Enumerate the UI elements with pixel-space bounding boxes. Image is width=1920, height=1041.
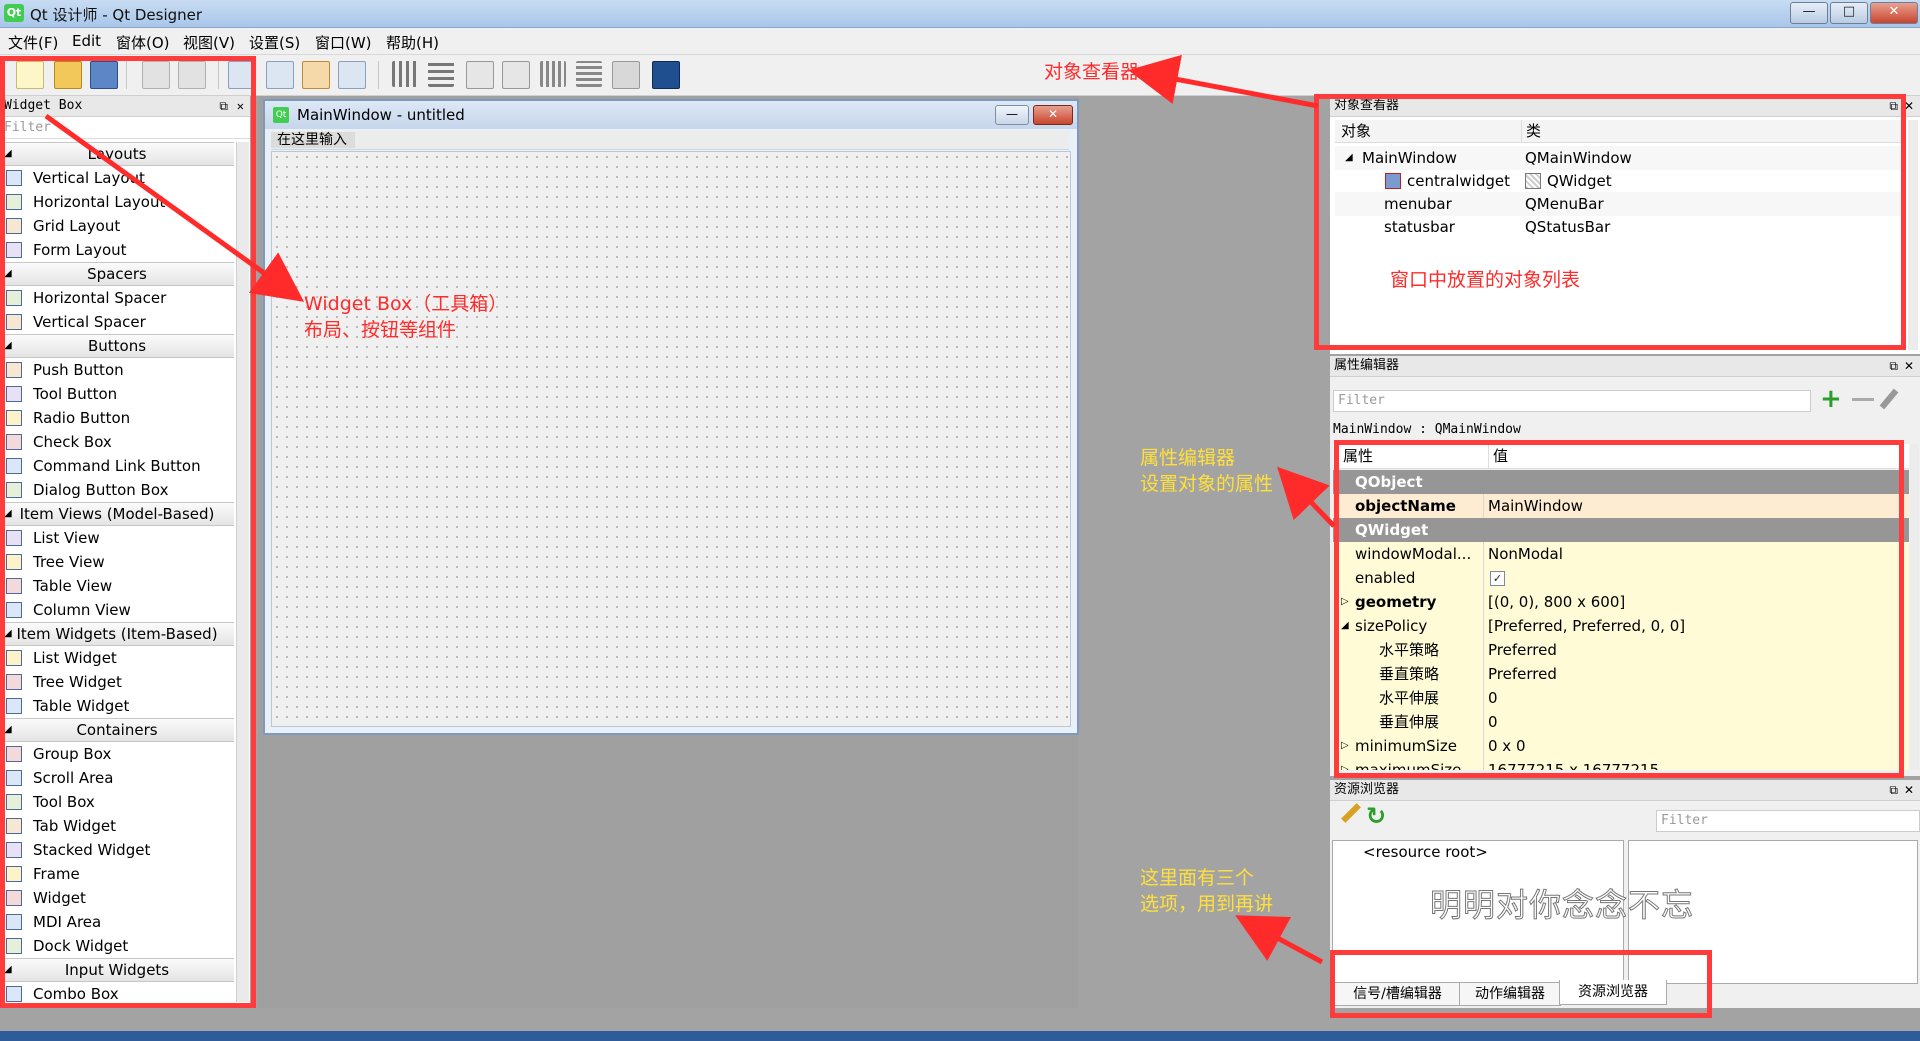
arrow-tabs [1235, 915, 1324, 965]
arrow-inspector [1128, 54, 1319, 109]
annotation-property-1: 属性编辑器 [1140, 447, 1236, 469]
annotation-property-2: 设置对象的属性 [1140, 473, 1274, 495]
taskbar [0, 1031, 1920, 1041]
arrow-property [1277, 466, 1336, 528]
annotation-tabs-2: 选项，用到再讲 [1140, 893, 1274, 915]
annotation-widgetbox-2: 布局、按钮等组件 [304, 319, 457, 341]
arrow-widgetbox [44, 113, 305, 302]
annotation-arrows [44, 54, 1336, 965]
annotation-widgetbox-1: Widget Box（工具箱） [304, 293, 508, 315]
annotation-object-list: 窗口中放置的对象列表 [1390, 269, 1581, 291]
annotation-inspector: 对象查看器 [1044, 61, 1140, 83]
annotation-tabs-1: 这里面有三个 [1140, 867, 1255, 889]
